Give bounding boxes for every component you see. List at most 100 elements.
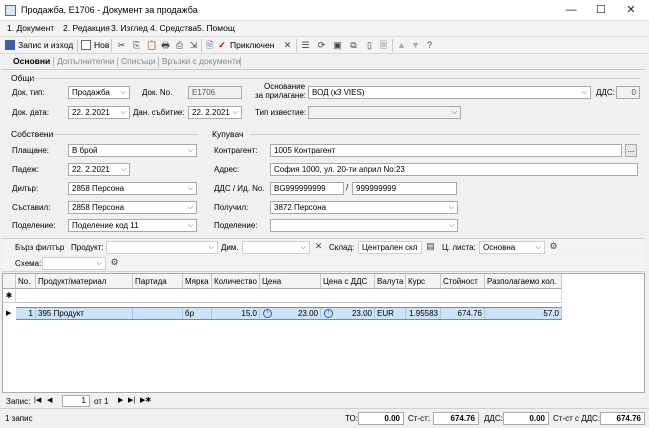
close-button[interactable]: ✕ [616,0,646,21]
price-list-settings-icon[interactable]: ⚙ [548,241,559,252]
cell-product[interactable]: 395 Продукт [36,308,133,319]
arrow-down-icon[interactable]: ▼ [410,40,421,51]
blank-page-icon[interactable]: ▯ [364,40,375,51]
menu-document[interactable]: 1. Документ [7,23,54,33]
doc-type-select[interactable]: Продажба ⌵ [68,86,130,99]
next-record-icon[interactable]: ▶ [118,396,126,406]
tab-lists[interactable]: Списъци [121,56,156,66]
column-header[interactable]: Мярка [183,274,212,289]
address-field[interactable]: София 1000, ул. 20-ти април No:23 [270,163,638,176]
first-record-icon[interactable]: |◀ [34,396,44,406]
notice-type-select[interactable]: ⌵ [308,106,461,119]
chevron-down-icon: ⌵ [448,222,454,229]
doc-date-field[interactable]: 22. 2.2021 ⌵ [68,106,130,119]
basis-select[interactable]: ВОД (к3 VIES) ⌵ [308,86,591,99]
new-button[interactable]: Нов [81,38,109,53]
copy-document-icon[interactable]: ⧉ [348,40,359,51]
cell-rate[interactable]: 1.95583 [406,308,441,319]
last-record-icon[interactable]: ▶| [128,396,138,406]
payment-select[interactable]: В брой ⌵ [68,144,197,157]
paste-icon[interactable]: 📋 [146,40,157,51]
menu-tools[interactable]: 4. Средства [150,23,197,33]
tab-document-links[interactable]: Връзки с документи [162,56,241,66]
document-form: Общи Док. тип: Продажба ⌵ Док. No. Е1706 … [2,69,645,236]
prev-record-icon[interactable]: ◀ [47,396,55,406]
cell-currency[interactable]: EUR [375,308,406,319]
refresh-icon[interactable]: ⟳ [316,40,327,51]
tab-main[interactable]: Основни [13,56,50,66]
cell-quantity[interactable]: 15.0 [212,308,260,319]
cell-batch[interactable] [133,308,183,319]
help-icon[interactable]: ? [424,40,435,51]
warehouse-icon[interactable]: ▤ [425,241,436,252]
maximize-button[interactable]: ☐ [586,0,616,21]
tab-additional[interactable]: Допълнителни [57,56,115,66]
preview-icon[interactable]: ⎙ [174,40,185,51]
column-header[interactable]: Цена [260,274,321,289]
cut-icon[interactable]: ✂ [116,40,127,51]
group-general: Общи [11,73,35,83]
column-header[interactable]: No. [16,274,36,289]
new-row-marker[interactable]: ✱ [3,289,16,303]
id-number-field[interactable]: 999999999 [352,182,457,195]
contractor-browse-button[interactable]: ... [625,144,637,157]
delete-icon[interactable]: ✕ [282,40,293,51]
new-row[interactable] [16,289,562,303]
arrow-up-icon[interactable]: ▲ [396,40,407,51]
menu-view[interactable]: 3. Изглед [111,23,148,33]
import-icon[interactable]: ▣ [332,40,343,51]
document-icon[interactable]: 🗎 [204,40,215,51]
cell-available[interactable]: 57.0 [485,308,562,319]
window-title: Продажба, Е1706 - Документ за продажба [21,5,198,15]
column-header[interactable]: Партида [133,274,183,289]
list-icon[interactable]: ☰ [300,40,311,51]
minimize-button[interactable]: — [556,0,586,21]
vat-total-label: ДДС: [484,414,503,423]
receiver-select[interactable]: 3872 Персона ⌵ [270,201,458,214]
table-row[interactable]: 1 395 Продукт бр 15.0 ! 23.00 ! 23.00 EU… [16,307,562,320]
product-filter-select[interactable]: ⌵ [106,241,218,254]
column-header[interactable]: Разполагаемо кол. [485,274,562,289]
due-date-field[interactable]: 22. 2.2021 ⌵ [68,163,130,176]
save-exit-button[interactable]: Запис и изход [5,38,73,53]
scheme-settings-icon[interactable]: ⚙ [109,257,120,268]
warehouse-select[interactable]: Централен скл ⌵ [358,241,422,254]
column-header[interactable]: Валута [375,274,406,289]
composer-select[interactable]: 2858 Персона ⌵ [68,201,197,214]
column-header[interactable]: Курс [406,274,441,289]
copy-icon[interactable]: ⎘ [131,40,142,51]
tab-separator [117,57,118,67]
basis-label: Основание [264,82,306,91]
due-label: Падеж: [12,165,39,174]
buyer-division-select[interactable]: ⌵ [270,219,458,232]
column-header[interactable]: Количество [212,274,260,289]
attach-icon[interactable]: 🗏 [378,40,389,51]
menu-edit[interactable]: 2. Редакция [63,23,110,33]
contractor-field[interactable]: 1005 Контрагент [270,144,622,157]
cell-price-vat[interactable]: 23.00 [321,308,375,319]
cell-no[interactable]: 1 [16,308,36,319]
new-record-icon[interactable]: ▶✱ [140,396,151,406]
column-header[interactable]: Цена с ДДС [321,274,375,289]
scheme-select[interactable]: ⌵ [42,257,106,270]
vat-number-field[interactable]: BG999999999 [270,182,344,195]
tax-event-field[interactable]: 22. 2.2021 ⌵ [188,106,242,119]
own-division-select[interactable]: Поделение код 11 ⌵ [68,219,197,232]
buyer-division-label: Поделение: [214,221,258,230]
doc-date-label: Док. дата: [12,108,50,117]
dealer-select[interactable]: 2858 Персона ⌵ [68,182,197,195]
record-number-field[interactable]: 1 [62,395,90,407]
menu-help[interactable]: 5. Помощ [197,23,235,33]
column-header[interactable]: Продукт/материал [36,274,133,289]
cell-value[interactable]: 674.76 [441,308,485,319]
price-list-select[interactable]: Основна ⌵ [479,241,545,254]
dim-select[interactable]: ⌵ [242,241,310,254]
cell-price[interactable]: 23.00 [260,308,321,319]
cell-unit[interactable]: бр [183,308,212,319]
clear-filter-icon[interactable]: ✕ [313,241,324,252]
chevron-down-icon: ⌵ [581,89,587,96]
print-icon[interactable]: 🖶 [160,40,171,51]
export-icon[interactable]: ⇲ [188,40,199,51]
conclude-button[interactable]: ✓ Приключен [217,38,274,53]
column-header[interactable]: Стойност [441,274,485,289]
